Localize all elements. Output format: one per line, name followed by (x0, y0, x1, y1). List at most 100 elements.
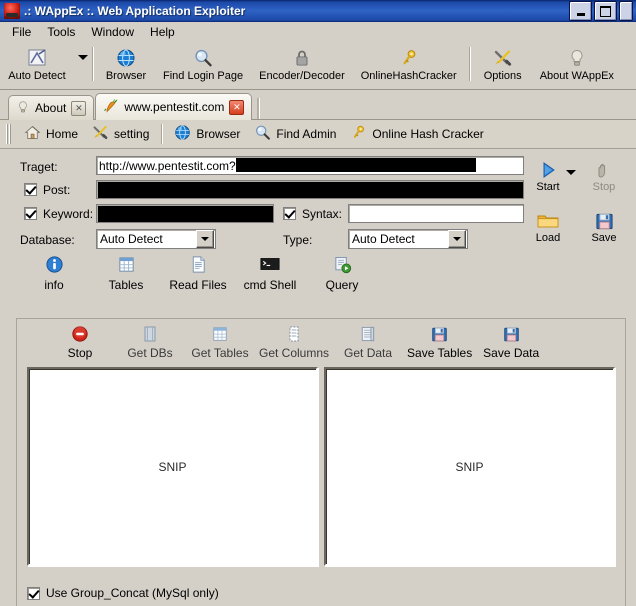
auto-detect-icon (26, 47, 48, 69)
nav-find-admin[interactable]: Find Admin (247, 121, 343, 147)
nav-drag-grip[interactable] (6, 124, 12, 144)
syntax-input[interactable] (348, 204, 524, 223)
mode-read-files[interactable]: Read Files (162, 251, 234, 292)
nav-browser[interactable]: Browser (167, 121, 247, 147)
target-input[interactable]: http://www.pentestit.com? (96, 156, 524, 175)
save-data-label: Save Data (483, 346, 540, 360)
nav-setting-label: setting (114, 127, 150, 141)
nav-browser-label: Browser (196, 127, 241, 141)
get-columns-label: Get Columns (259, 346, 330, 360)
toolbar-encoder-decoder-label: Encoder/Decoder (259, 70, 345, 82)
nav-home[interactable]: Home (17, 121, 85, 147)
tab-about-close-icon[interactable]: ✕ (71, 100, 87, 116)
table-icon (211, 323, 229, 345)
load-label: Load (535, 232, 561, 244)
left-results-panel[interactable]: SNIP (27, 367, 318, 566)
menu-help[interactable]: Help (142, 23, 183, 41)
post-input[interactable] (96, 180, 524, 199)
keyword-input[interactable] (96, 204, 274, 223)
database-select[interactable]: Auto Detect (96, 229, 216, 249)
minimize-button[interactable] (569, 1, 592, 21)
toolbar-find-login-page[interactable]: Find Login Page (155, 45, 251, 82)
mode-tables-label: Tables (108, 278, 144, 292)
stop-label: Stop (592, 181, 616, 193)
left-panel-text: SNIP (158, 459, 187, 474)
mode-toolbar: info Tables Read Files cmd Shell Query (0, 247, 636, 301)
stop-button: Stop (584, 158, 624, 193)
group-concat-option[interactable]: Use Group_Concat (MySql only) (27, 586, 219, 600)
menu-window[interactable]: Window (83, 23, 142, 41)
toolbar-browser[interactable]: Browser (97, 45, 155, 82)
nav-online-hash-cracker-label: Online Hash Cracker (372, 127, 484, 141)
floppy-icon (595, 209, 614, 233)
load-button[interactable]: Load (528, 209, 568, 244)
target-input-value: http://www.pentestit.com? (99, 159, 236, 173)
results-stop-label: Stop (67, 346, 93, 360)
info-icon (45, 251, 64, 277)
results-panels: SNIP SNIP (27, 367, 615, 566)
nav-separator (161, 124, 163, 144)
table-icon (117, 251, 136, 277)
tab-strip-rail (257, 98, 260, 120)
query-icon (333, 251, 352, 277)
toolbar-encoder-decoder[interactable]: Encoder/Decoder (251, 45, 353, 82)
chevron-down-icon[interactable] (196, 230, 214, 248)
target-label: Traget: (20, 160, 58, 174)
get-dbs-button[interactable]: Get DBs (115, 323, 185, 360)
tab-pentestit[interactable]: www.pentestit.com ✕ (95, 93, 253, 120)
tab-about-label: About (35, 101, 67, 115)
results-stop-button[interactable]: Stop (45, 323, 115, 360)
get-dbs-label: Get DBs (127, 346, 173, 360)
tab-about[interactable]: About ✕ (8, 95, 95, 120)
database-select-value: Auto Detect (100, 232, 163, 246)
mode-query[interactable]: Query (306, 251, 378, 292)
save-button[interactable]: Save (584, 209, 624, 244)
toolbar-auto-detect[interactable]: Auto Detect (0, 45, 74, 82)
mode-cmd-shell[interactable]: cmd Shell (234, 251, 306, 292)
stop-icon (71, 323, 89, 345)
get-data-button[interactable]: Get Data (333, 323, 403, 360)
nav-find-admin-label: Find Admin (276, 127, 337, 141)
type-select[interactable]: Auto Detect (348, 229, 468, 249)
target-redaction (235, 158, 476, 172)
lightbulb-icon (16, 99, 30, 118)
data-icon (360, 323, 377, 345)
maximize-button[interactable] (594, 1, 617, 21)
auto-detect-dropdown-arrow[interactable] (78, 55, 88, 60)
folder-icon (537, 209, 559, 233)
nav-online-hash-cracker[interactable]: Online Hash Cracker (343, 121, 490, 147)
start-dropdown-arrow[interactable] (566, 170, 576, 175)
tools-icon (493, 47, 513, 69)
start-button[interactable]: Start (528, 158, 568, 193)
save-tables-button[interactable]: Save Tables (403, 323, 476, 360)
menu-file[interactable]: File (4, 23, 39, 41)
mode-tables[interactable]: Tables (90, 251, 162, 292)
group-concat-checkbox[interactable] (27, 586, 40, 600)
lightbulb-icon (567, 47, 587, 69)
toolbar-auto-detect-label: Auto Detect (8, 70, 66, 82)
toolbar-about-wappex-label: About WAppEx (539, 70, 614, 82)
get-columns-button[interactable]: Get Columns (255, 323, 333, 360)
menu-tools[interactable]: Tools (39, 23, 83, 41)
right-results-panel[interactable]: SNIP (324, 367, 615, 566)
magnifier-icon (193, 47, 213, 69)
keyword-label: Keyword: (43, 207, 94, 221)
toolbar-separator-1 (92, 47, 93, 81)
keyword-checkbox[interactable] (24, 207, 37, 220)
console-icon (260, 251, 280, 277)
tab-pentestit-close-icon[interactable]: ✕ (229, 99, 245, 115)
toolbar-about-wappex[interactable]: About WAppEx (532, 45, 622, 82)
nav-setting[interactable]: setting (85, 121, 156, 147)
mode-info[interactable]: info (18, 251, 90, 292)
chevron-down-icon[interactable] (448, 230, 466, 248)
save-data-button[interactable]: Save Data (476, 323, 546, 360)
home-icon (24, 124, 41, 144)
toolbar-options[interactable]: Options (474, 45, 532, 82)
get-tables-button[interactable]: Get Tables (185, 323, 255, 360)
toolbar-find-login-page-label: Find Login Page (163, 70, 244, 82)
toolbar-online-hash-cracker[interactable]: OnlineHashCracker (353, 45, 465, 82)
close-button[interactable] (619, 1, 633, 21)
post-checkbox[interactable] (24, 183, 37, 196)
syntax-checkbox[interactable] (283, 207, 296, 220)
mode-read-files-label: Read Files (169, 278, 227, 292)
